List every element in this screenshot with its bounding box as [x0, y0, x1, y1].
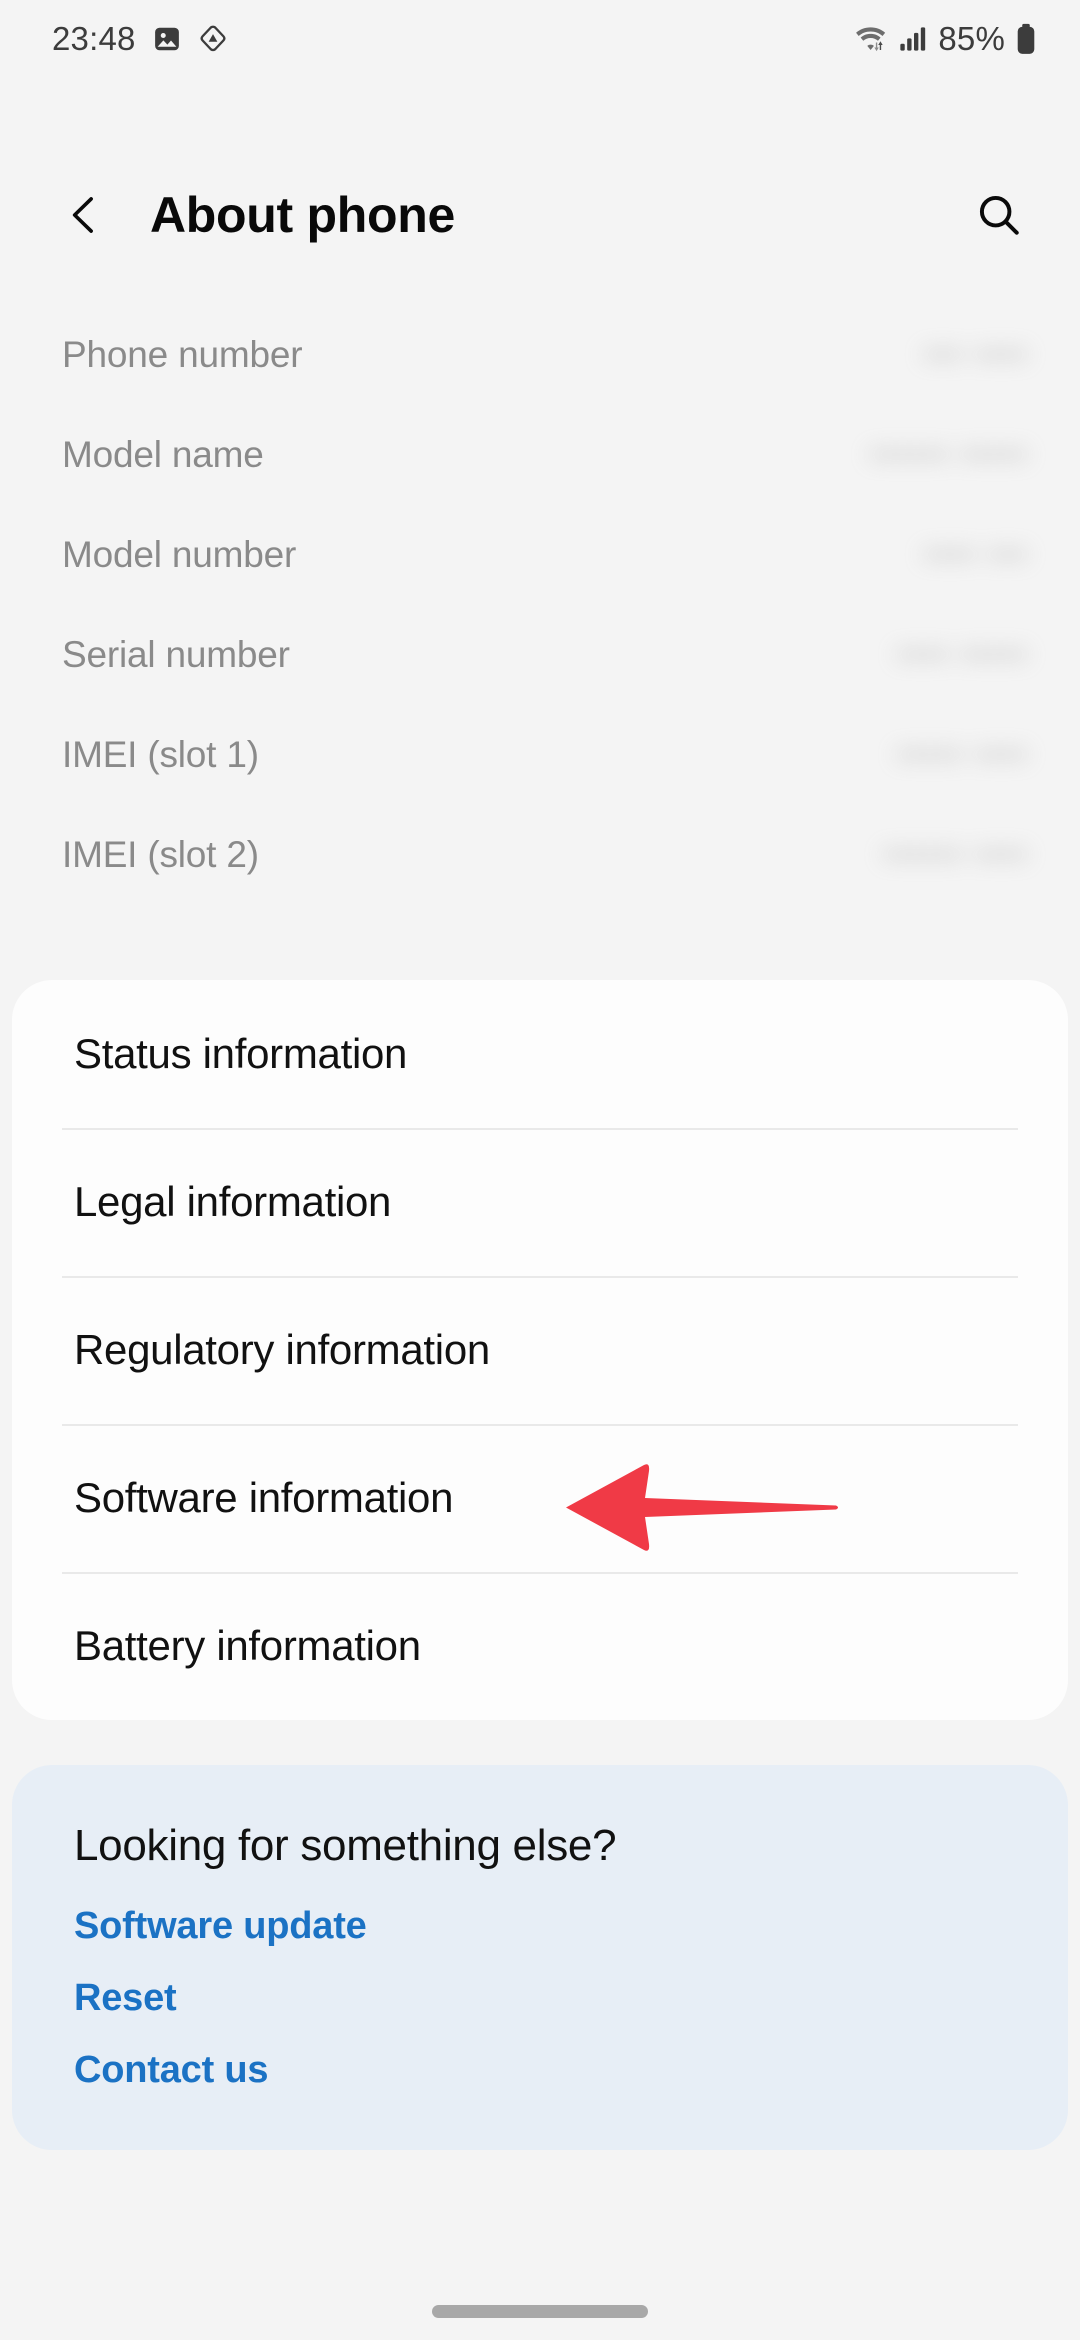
menu-item-label: Regulatory information	[74, 1326, 490, 1373]
menu-item-status-information[interactable]: Status information	[12, 980, 1068, 1128]
info-value-redacted: •••• •••••	[896, 634, 1028, 675]
device-info-list: Phone number ••• •••• Model name •••••• …	[0, 305, 1080, 905]
status-bar-left: 23:48	[52, 20, 228, 58]
cellular-signal-icon	[899, 24, 929, 54]
info-value-redacted: •••• •••	[923, 534, 1028, 575]
suggestion-link-software-update[interactable]: Software update	[74, 1905, 1006, 1948]
page-title: About phone	[150, 187, 455, 243]
info-label: Phone number	[62, 334, 303, 375]
menu-item-software-information[interactable]: Software information	[12, 1424, 1068, 1572]
back-chevron-icon	[62, 192, 108, 238]
search-button[interactable]	[964, 180, 1034, 250]
info-label: Model name	[62, 434, 264, 475]
info-label: IMEI (slot 1)	[62, 734, 259, 775]
menu-item-label: Battery information	[74, 1622, 421, 1669]
info-label: Serial number	[62, 634, 290, 675]
search-icon	[974, 190, 1024, 240]
info-value-redacted: •••••• ••••	[882, 834, 1028, 875]
home-gesture-bar[interactable]	[432, 2305, 648, 2318]
triangle-app-icon	[198, 24, 228, 54]
suggestion-link-reset[interactable]: Reset	[74, 1977, 1006, 2020]
status-bar: 23:48 85%	[0, 0, 1080, 78]
info-row-phone-number: Phone number ••• ••••	[0, 305, 1080, 405]
info-row-model-number: Model number •••• •••	[0, 505, 1080, 605]
information-menu-card: Status information Legal information Reg…	[12, 980, 1068, 1720]
menu-item-label: Legal information	[74, 1178, 392, 1225]
wifi-icon	[854, 23, 890, 55]
info-label: IMEI (slot 2)	[62, 834, 259, 875]
suggestions-card: Looking for something else? Software upd…	[12, 1765, 1068, 2150]
info-value-redacted: ••• ••••	[923, 334, 1028, 375]
back-button[interactable]	[52, 182, 118, 248]
info-value-redacted: ••••• ••••	[896, 734, 1028, 775]
battery-percent-label: 85%	[938, 20, 1005, 57]
gallery-image-icon	[152, 24, 182, 54]
info-row-imei-slot-2: IMEI (slot 2) •••••• ••••	[0, 805, 1080, 905]
menu-item-label: Status information	[74, 1030, 408, 1077]
info-row-imei-slot-1: IMEI (slot 1) ••••• ••••	[0, 705, 1080, 805]
menu-item-legal-information[interactable]: Legal information	[12, 1128, 1068, 1276]
menu-item-label: Software information	[74, 1474, 454, 1521]
suggestion-link-contact-us[interactable]: Contact us	[74, 2049, 1006, 2092]
menu-item-regulatory-information[interactable]: Regulatory information	[12, 1276, 1068, 1424]
info-value-redacted: •••••• •••••	[869, 434, 1028, 475]
battery-icon	[1014, 23, 1038, 55]
info-row-serial-number: Serial number •••• •••••	[0, 605, 1080, 705]
status-bar-clock: 23:48	[52, 20, 136, 57]
app-bar: About phone	[0, 155, 1080, 275]
suggestions-title: Looking for something else?	[74, 1821, 617, 1870]
status-bar-right: 85%	[854, 20, 1038, 58]
menu-item-battery-information[interactable]: Battery information	[12, 1572, 1068, 1720]
info-row-model-name: Model name •••••• •••••	[0, 405, 1080, 505]
phone-screen: 23:48 85% About phone Phone number ••• •…	[0, 0, 1080, 2340]
info-label: Model number	[62, 534, 297, 575]
